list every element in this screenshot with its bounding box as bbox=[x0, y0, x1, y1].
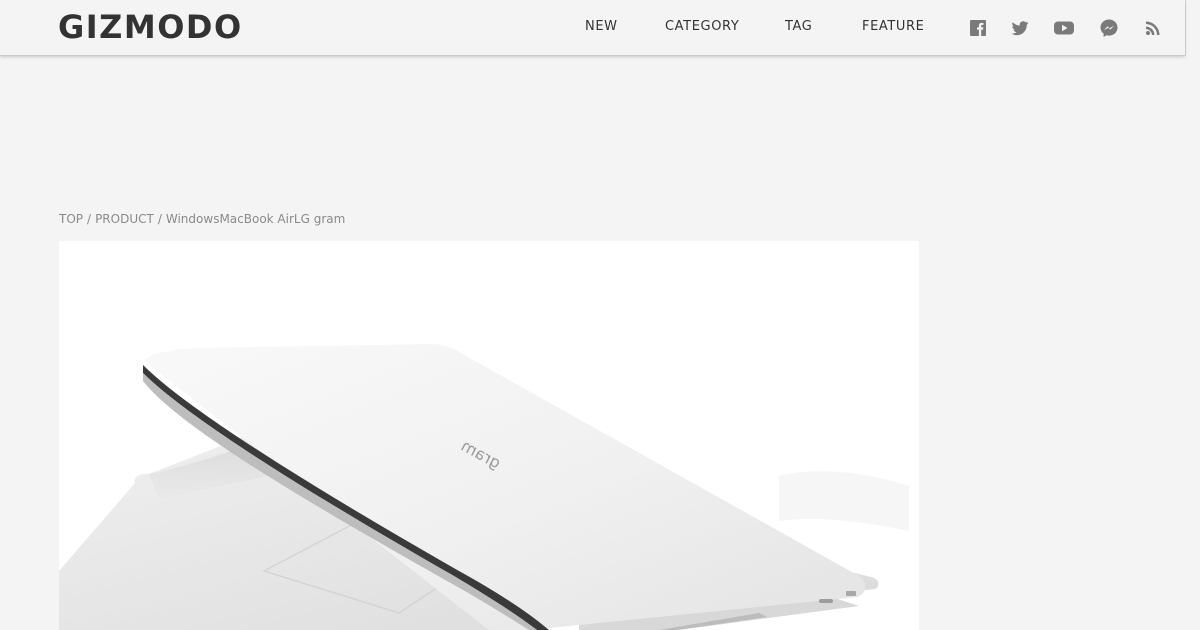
nav-new[interactable]: NEW bbox=[585, 19, 618, 35]
breadcrumb-product[interactable]: PRODUCT bbox=[95, 212, 154, 226]
scrollbar-track[interactable] bbox=[1185, 0, 1200, 56]
nav-feature[interactable]: FEATURE bbox=[862, 19, 924, 35]
breadcrumb-separator: / bbox=[157, 212, 162, 226]
breadcrumb: TOP / PRODUCT / WindowsMacBook AirLG gram bbox=[59, 211, 345, 227]
youtube-icon[interactable] bbox=[1053, 18, 1075, 38]
facebook-icon[interactable] bbox=[968, 18, 988, 38]
gizmodo-logo[interactable]: GIZMODO bbox=[58, 7, 243, 47]
breadcrumb-top[interactable]: TOP bbox=[59, 212, 83, 226]
lg-gram-laptop-image: gram bbox=[59, 344, 909, 630]
breadcrumb-separator: / bbox=[87, 212, 92, 226]
nav-category[interactable]: CATEGORY bbox=[665, 19, 739, 35]
site-header: GIZMODO NEW CATEGORY TAG FEATURE bbox=[0, 0, 1185, 56]
messenger-icon[interactable] bbox=[1099, 18, 1119, 38]
hero-image: gram bbox=[59, 241, 919, 630]
nav-tag[interactable]: TAG bbox=[785, 19, 812, 35]
breadcrumb-current: WindowsMacBook AirLG gram bbox=[165, 212, 346, 226]
rss-icon[interactable] bbox=[1143, 18, 1163, 38]
twitter-icon[interactable] bbox=[1010, 18, 1030, 38]
